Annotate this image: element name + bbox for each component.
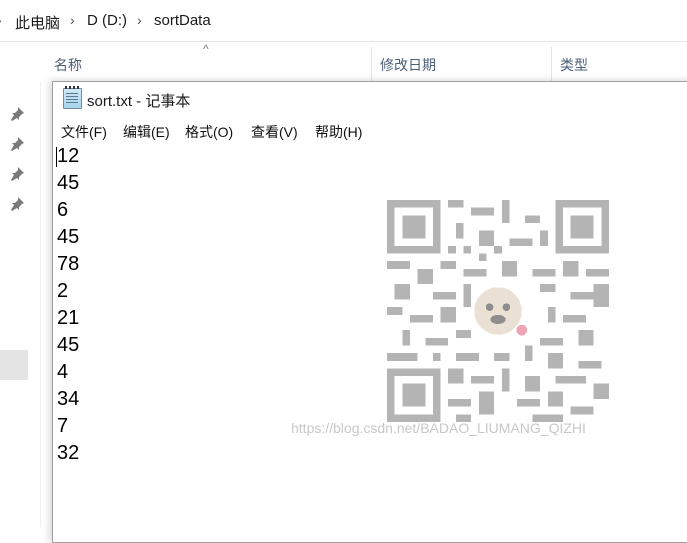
breadcrumb-this-pc[interactable]: 此电脑	[15, 12, 60, 33]
menu-edit[interactable]: 编辑(E)	[122, 122, 171, 142]
pin-icon[interactable]	[9, 106, 25, 122]
address-bar[interactable]: › 此电脑 › D (D:) › sortData	[0, 0, 687, 42]
watermark-text: https://blog.csdn.net/BADAO_LIUMANG_QIZH…	[291, 420, 586, 436]
text-line: 32	[57, 442, 80, 464]
chevron-right-icon: ›	[70, 12, 75, 28]
column-name[interactable]: 名称	[54, 55, 82, 75]
text-line: 2	[57, 280, 69, 302]
chevron-right-icon: ›	[0, 12, 2, 28]
text-line: 4	[57, 361, 69, 383]
text-line: 34	[57, 388, 80, 410]
nav-selected-item[interactable]	[0, 350, 28, 380]
window-title: sort.txt - 记事本	[87, 93, 191, 110]
breadcrumb-drive-d[interactable]: D (D:)	[87, 12, 127, 29]
column-divider[interactable]	[551, 47, 552, 81]
text-line: 21	[57, 307, 80, 329]
pin-icon[interactable]	[9, 166, 25, 182]
title-bar[interactable]: sort.txt - 记事本	[53, 82, 687, 116]
breadcrumb-sortdata[interactable]: sortData	[154, 12, 211, 29]
text-line: 45	[57, 226, 80, 248]
text-line: 45	[57, 172, 80, 194]
text-line: 45	[57, 334, 80, 356]
text-line: 7	[57, 415, 69, 437]
menu-format[interactable]: 格式(O)	[184, 122, 234, 142]
navigation-pane	[0, 82, 40, 527]
column-header-row: ^ 名称 修改日期 类型	[0, 42, 687, 82]
text-line: 78	[57, 253, 80, 275]
menu-file[interactable]: 文件(F)	[60, 122, 108, 142]
pin-icon[interactable]	[9, 196, 25, 212]
notepad-icon	[63, 86, 82, 109]
qr-code-icon	[387, 200, 609, 422]
text-line: 12	[57, 145, 80, 167]
menu-view[interactable]: 查看(V)	[250, 122, 299, 142]
column-type[interactable]: 类型	[560, 55, 588, 75]
menu-help[interactable]: 帮助(H)	[314, 122, 363, 142]
column-modified-date[interactable]: 修改日期	[380, 55, 436, 75]
text-line: 6	[57, 199, 69, 221]
pin-icon[interactable]	[9, 136, 25, 152]
pane-divider	[40, 82, 41, 527]
column-divider[interactable]	[371, 47, 372, 81]
sort-up-icon: ^	[203, 42, 209, 56]
chevron-right-icon: ›	[137, 12, 142, 28]
menu-bar: 文件(F) 编辑(E) 格式(O) 查看(V) 帮助(H)	[53, 119, 687, 141]
